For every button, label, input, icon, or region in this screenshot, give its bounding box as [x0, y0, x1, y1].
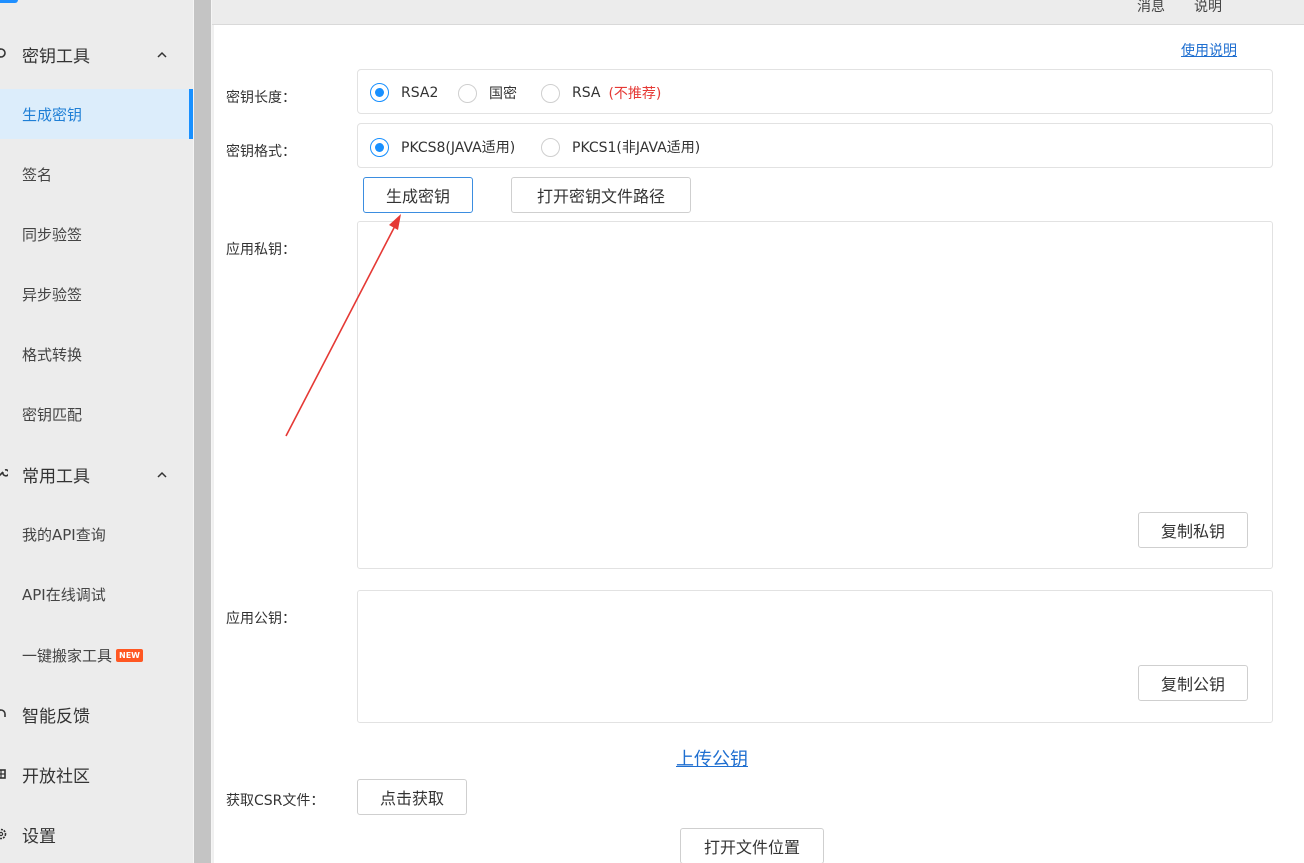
sidebar-item-label: 生成密钥 [22, 105, 83, 124]
sidebar-group-label: 开放社区 [22, 766, 90, 787]
chevron-up-icon [155, 467, 169, 481]
sidebar-item-my-api-query[interactable]: 我的API查询 [0, 509, 189, 559]
main-panel: 使用说明 密钥长度： RSA2 国密 RSA (不推荐) 密钥格式： PKCS8… [214, 25, 1304, 863]
usage-help-link[interactable]: 使用说明 [1181, 40, 1237, 60]
private-key-label: 应用私钥： [226, 242, 296, 258]
sidebar-item-async-verify[interactable]: 异步验签 [0, 269, 189, 319]
instructions-link[interactable]: 说明 [1194, 0, 1222, 16]
sidebar-item-api-online-debug[interactable]: API在线调试 [0, 569, 189, 619]
radio-pkcs1[interactable]: PKCS1(非JAVA适用) [541, 137, 700, 157]
sidebar-group-community[interactable]: 开放社区 [0, 754, 193, 794]
key-length-radio-group: RSA2 国密 RSA (不推荐) [357, 69, 1273, 114]
sidebar: 密钥工具 生成密钥 签名 同步验签 异步验签 格式转换 密钥匹配 常用工具 我的… [0, 0, 193, 863]
chevron-up-icon [155, 47, 169, 61]
public-key-textarea[interactable] [357, 590, 1273, 723]
get-csr-button[interactable]: 点击获取 [357, 779, 467, 815]
new-badge: NEW [116, 648, 143, 662]
radio-circle[interactable] [370, 137, 389, 157]
key-icon [0, 47, 8, 61]
radio-rsa2[interactable]: RSA2 [370, 83, 438, 102]
sidebar-item-sign[interactable]: 签名 [0, 149, 189, 199]
key-format-radio-group: PKCS8(JAVA适用) PKCS1(非JAVA适用) [357, 123, 1273, 168]
sidebar-group-label: 常用工具 [22, 466, 90, 487]
sidebar-item-key-match[interactable]: 密钥匹配 [0, 389, 189, 439]
sidebar-item-migration-tool[interactable]: 一键搬家工具 NEW [0, 630, 189, 680]
sidebar-item-label: 一键搬家工具 [22, 646, 113, 665]
sidebar-item-sync-verify[interactable]: 同步验签 [0, 209, 189, 259]
open-file-location-button[interactable]: 打开文件位置 [680, 828, 824, 863]
sidebar-item-format-convert[interactable]: 格式转换 [0, 329, 189, 379]
csr-label: 获取CSR文件： [226, 793, 325, 809]
radio-label: RSA2 [401, 84, 439, 101]
sidebar-item-label: 签名 [22, 165, 53, 184]
sidebar-item-label: 异步验签 [22, 285, 83, 304]
top-bar: 消息 说明 [212, 0, 1304, 25]
radio-label: PKCS1(非JAVA适用) [572, 140, 701, 156]
sidebar-group-common-tools[interactable]: 常用工具 [0, 454, 193, 494]
key-length-label: 密钥长度： [226, 90, 296, 106]
private-key-textarea[interactable] [357, 221, 1273, 569]
radio-rsa[interactable]: RSA (不推荐) [541, 83, 661, 103]
sidebar-item-label: 同步验签 [22, 225, 83, 244]
public-key-label: 应用公钥： [226, 611, 296, 627]
sidebar-item-label: 密钥匹配 [22, 405, 83, 424]
logo-fragment [0, 0, 18, 3]
sidebar-item-generate-key[interactable]: 生成密钥 [0, 89, 189, 139]
sidebar-group-label: 智能反馈 [22, 706, 90, 727]
sidebar-item-label: 我的API查询 [22, 525, 106, 544]
sidebar-scrollbar[interactable] [193, 0, 212, 863]
community-icon [0, 767, 8, 781]
generate-key-button[interactable]: 生成密钥 [363, 177, 473, 213]
open-key-path-button[interactable]: 打开密钥文件路径 [511, 177, 691, 213]
sidebar-group-label: 设置 [22, 826, 56, 847]
sidebar-group-settings[interactable]: 设置 [0, 814, 193, 854]
copy-private-key-button[interactable]: 复制私钥 [1138, 512, 1248, 548]
copy-public-key-button[interactable]: 复制公钥 [1138, 665, 1248, 701]
radio-pkcs8[interactable]: PKCS8(JAVA适用) [370, 137, 515, 157]
sidebar-group-feedback[interactable]: 智能反馈 [0, 694, 193, 734]
sidebar-item-label: 格式转换 [22, 345, 83, 364]
radio-circle[interactable] [541, 83, 560, 103]
radio-circle[interactable] [370, 83, 389, 102]
wrench-icon [0, 467, 8, 481]
headset-icon [0, 707, 8, 721]
sidebar-group-key-tools[interactable]: 密钥工具 [0, 34, 193, 74]
radio-sm[interactable]: 国密 [458, 83, 517, 103]
radio-circle[interactable] [541, 137, 560, 157]
messages-link[interactable]: 消息 [1137, 0, 1165, 16]
gear-icon [0, 827, 8, 841]
sidebar-item-label: API在线调试 [22, 585, 106, 604]
key-format-label: 密钥格式： [226, 144, 296, 160]
radio-circle[interactable] [458, 83, 477, 103]
radio-label: RSA [572, 85, 601, 101]
not-recommended-note: (不推荐) [608, 86, 662, 102]
radio-label: PKCS8(JAVA适用) [401, 140, 516, 156]
sidebar-group-label: 密钥工具 [22, 46, 90, 67]
upload-public-key-link[interactable]: 上传公钥 [676, 745, 748, 771]
radio-label: 国密 [489, 86, 517, 102]
scrollbar-thumb[interactable] [194, 0, 211, 863]
